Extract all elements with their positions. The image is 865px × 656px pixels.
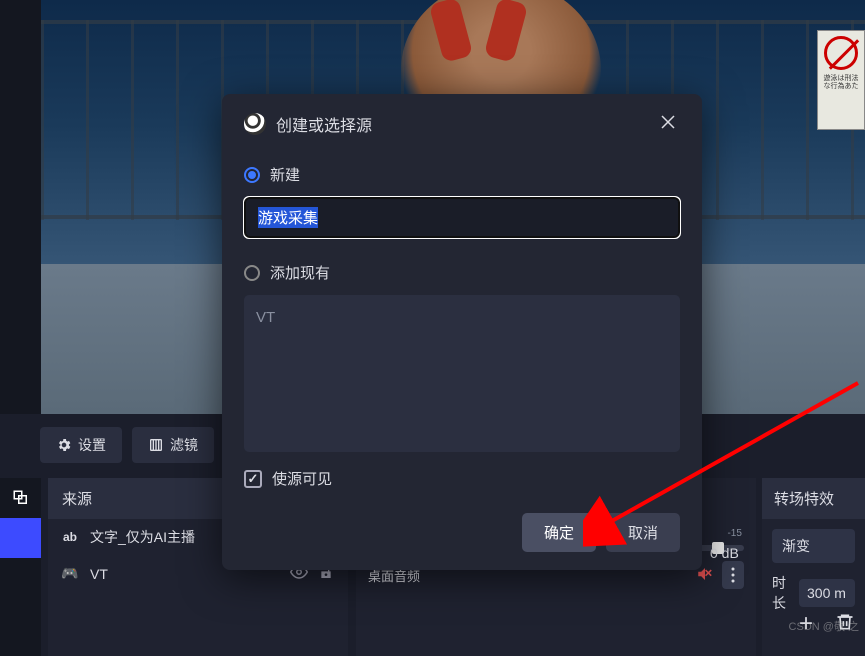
sign-text: な行為あた <box>818 83 864 91</box>
duration-label: 时长 <box>772 573 791 613</box>
obs-logo-icon <box>244 113 266 135</box>
dock-layout-icon[interactable] <box>0 478 41 518</box>
existing-sources-list[interactable]: VT <box>244 295 680 452</box>
close-icon <box>660 114 676 130</box>
scene-sign: 遊泳は刑法 な行為あた <box>817 30 865 130</box>
add-existing-radio[interactable]: 添加现有 <box>244 262 680 283</box>
settings-button[interactable]: 设置 <box>40 427 122 463</box>
mixer-header-db: 0 dB <box>710 545 739 561</box>
add-existing-label: 添加现有 <box>270 262 330 283</box>
ok-button[interactable]: 确定 <box>522 513 596 552</box>
transitions-title: 转场特效 <box>762 478 865 519</box>
settings-label: 设置 <box>78 435 106 455</box>
duration-input[interactable] <box>799 579 855 607</box>
radio-icon <box>244 167 260 183</box>
checkbox-icon <box>244 470 262 488</box>
create-new-label: 新建 <box>270 164 300 185</box>
close-button[interactable] <box>656 112 680 136</box>
game-source-icon: 🎮 <box>60 565 80 582</box>
create-new-radio[interactable]: 新建 <box>244 164 680 185</box>
existing-source-item[interactable]: VT <box>256 307 668 328</box>
make-visible-label: 使源可见 <box>272 468 332 489</box>
text-source-icon: ab <box>60 530 80 544</box>
prohibition-icon <box>824 36 858 70</box>
gear-icon <box>56 437 72 453</box>
radio-icon <box>244 265 260 281</box>
cancel-button[interactable]: 取消 <box>606 513 680 552</box>
transition-select[interactable]: 渐变 <box>772 529 855 563</box>
sources-tab-icon[interactable] <box>0 518 41 558</box>
db-tick: -15 <box>727 528 741 539</box>
watermark: CSDN @敬 之 <box>789 618 859 634</box>
mixer-options-button[interactable] <box>722 561 744 589</box>
preview-left-gutter <box>0 0 41 414</box>
make-visible-checkbox[interactable]: 使源可见 <box>244 468 680 489</box>
left-icon-column <box>0 478 41 656</box>
filters-label: 滤镜 <box>170 435 198 455</box>
filters-button[interactable]: 滤镜 <box>132 427 214 463</box>
filter-icon <box>148 437 164 453</box>
create-source-modal: 创建或选择源 新建 添加现有 VT 使源可见 确定 取消 <box>222 94 702 570</box>
source-name-input[interactable] <box>244 197 680 238</box>
modal-title: 创建或选择源 <box>276 112 646 136</box>
